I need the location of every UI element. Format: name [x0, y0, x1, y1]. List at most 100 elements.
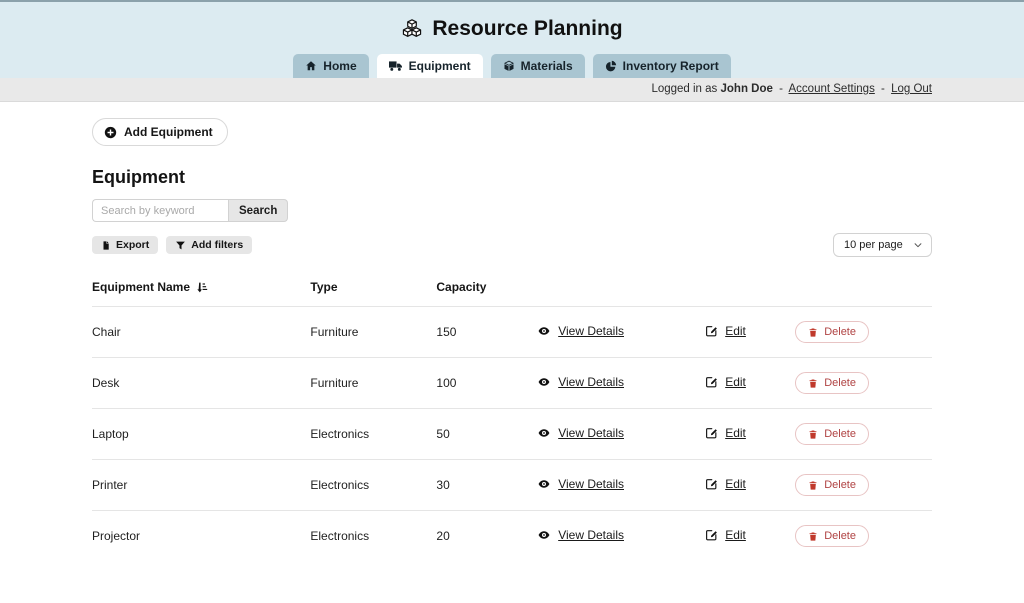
- box-icon: [503, 60, 515, 72]
- table-row: Printer Electronics 30 View Details Edit: [92, 460, 932, 511]
- home-icon: [305, 60, 317, 72]
- view-details-link[interactable]: View Details: [537, 528, 624, 542]
- trash-icon: [808, 531, 818, 542]
- edit-icon: [705, 375, 718, 388]
- chart-pie-icon: [605, 60, 617, 72]
- equipment-table: Equipment Name Type Capacity Chair Furni…: [92, 271, 932, 561]
- delete-cell: Delete: [789, 358, 932, 409]
- edit-icon: [705, 324, 718, 337]
- edit-link[interactable]: Edit: [705, 477, 746, 491]
- view-details-cell: View Details: [537, 460, 705, 511]
- view-details-cell: View Details: [537, 307, 705, 358]
- add-equipment-button[interactable]: Add Equipment: [92, 118, 228, 146]
- equipment-name-cell: Chair: [92, 307, 310, 358]
- type-cell: Electronics: [310, 460, 436, 511]
- trash-icon: [808, 327, 818, 338]
- export-button[interactable]: Export: [92, 236, 158, 254]
- view-details-link[interactable]: View Details: [537, 375, 624, 389]
- capacity-cell: 50: [436, 409, 537, 460]
- edit-link[interactable]: Edit: [705, 324, 746, 338]
- user-bar: Logged in as John Doe - Account Settings…: [0, 78, 1024, 102]
- delete-button[interactable]: Delete: [795, 321, 869, 343]
- edit-link[interactable]: Edit: [705, 375, 746, 389]
- view-details-cell: View Details: [537, 358, 705, 409]
- user-name: John Doe: [721, 83, 773, 95]
- account-settings-link[interactable]: Account Settings: [789, 83, 875, 95]
- app-header: Resource Planning Home Equipment Materia…: [0, 0, 1024, 78]
- app-title-row: Resource Planning: [401, 16, 622, 42]
- tab-home[interactable]: Home: [293, 54, 368, 78]
- trash-icon: [808, 480, 818, 491]
- type-cell: Furniture: [310, 307, 436, 358]
- edit-cell: Edit: [705, 409, 789, 460]
- delete-cell: Delete: [789, 307, 932, 358]
- plus-circle-icon: [104, 126, 117, 139]
- column-header-actions-3: [789, 271, 932, 307]
- edit-cell: Edit: [705, 511, 789, 562]
- type-cell: Electronics: [310, 409, 436, 460]
- column-header-capacity: Capacity: [436, 271, 537, 307]
- filter-row: Export Add filters 10 per page: [92, 233, 932, 257]
- edit-link[interactable]: Edit: [705, 426, 746, 440]
- eye-icon: [537, 427, 551, 439]
- equipment-name-cell: Laptop: [92, 409, 310, 460]
- table-row: Projector Electronics 20 View Details Ed…: [92, 511, 932, 562]
- delete-button[interactable]: Delete: [795, 474, 869, 496]
- equipment-name-cell: Projector: [92, 511, 310, 562]
- tab-inventory-report[interactable]: Inventory Report: [593, 54, 731, 78]
- sort-amount-down-icon: [195, 281, 208, 294]
- column-header-equipment-name[interactable]: Equipment Name: [92, 271, 310, 307]
- delete-button[interactable]: Delete: [795, 423, 869, 445]
- view-details-link[interactable]: View Details: [537, 477, 624, 491]
- trash-icon: [808, 429, 818, 440]
- type-cell: Electronics: [310, 511, 436, 562]
- page-title: Resource Planning: [432, 16, 622, 42]
- capacity-cell: 30: [436, 460, 537, 511]
- edit-icon: [705, 528, 718, 541]
- edit-cell: Edit: [705, 358, 789, 409]
- capacity-cell: 100: [436, 358, 537, 409]
- file-icon: [101, 240, 111, 251]
- logged-in-text: Logged in as: [651, 83, 717, 95]
- column-header-type: Type: [310, 271, 436, 307]
- edit-link[interactable]: Edit: [705, 528, 746, 542]
- search-button[interactable]: Search: [228, 199, 288, 222]
- column-header-actions-1: [537, 271, 705, 307]
- search-group: Search: [92, 199, 932, 222]
- main-nav: Home Equipment Materials Inventory Repor…: [0, 54, 1024, 78]
- separator: -: [881, 83, 885, 95]
- per-page-select[interactable]: 10 per page: [833, 233, 932, 257]
- type-cell: Furniture: [310, 358, 436, 409]
- view-details-cell: View Details: [537, 409, 705, 460]
- eye-icon: [537, 325, 551, 337]
- delete-button[interactable]: Delete: [795, 372, 869, 394]
- table-header-row: Equipment Name Type Capacity: [92, 271, 932, 307]
- delete-button[interactable]: Delete: [795, 525, 869, 547]
- separator: -: [779, 83, 783, 95]
- truck-icon: [389, 60, 403, 72]
- column-header-actions-2: [705, 271, 789, 307]
- equipment-table-body: Chair Furniture 150 View Details Edit: [92, 307, 932, 562]
- per-page-select-wrap: 10 per page: [833, 233, 932, 257]
- edit-icon: [705, 477, 718, 490]
- tab-equipment[interactable]: Equipment: [377, 54, 483, 78]
- view-details-link[interactable]: View Details: [537, 426, 624, 440]
- eye-icon: [537, 478, 551, 490]
- cubes-icon: [401, 19, 423, 39]
- delete-cell: Delete: [789, 460, 932, 511]
- eye-icon: [537, 529, 551, 541]
- page-heading: Equipment: [92, 167, 932, 188]
- delete-cell: Delete: [789, 409, 932, 460]
- edit-cell: Edit: [705, 460, 789, 511]
- view-details-link[interactable]: View Details: [537, 324, 624, 338]
- equipment-name-cell: Desk: [92, 358, 310, 409]
- trash-icon: [808, 378, 818, 389]
- add-filters-button[interactable]: Add filters: [166, 236, 252, 254]
- table-row: Chair Furniture 150 View Details Edit: [92, 307, 932, 358]
- log-out-link[interactable]: Log Out: [891, 83, 932, 95]
- main-content: Add Equipment Equipment Search Export Ad…: [92, 102, 932, 561]
- search-input[interactable]: [92, 199, 228, 222]
- filter-icon: [175, 240, 186, 251]
- delete-cell: Delete: [789, 511, 932, 562]
- tab-materials[interactable]: Materials: [491, 54, 585, 78]
